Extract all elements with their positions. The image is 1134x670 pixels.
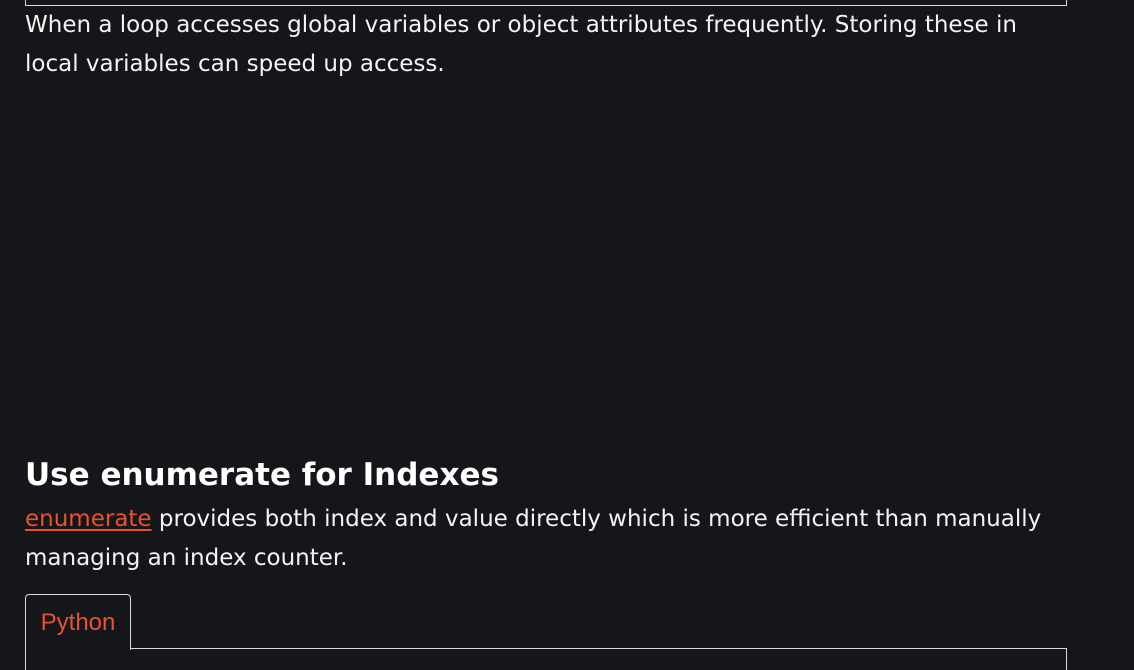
tab-python[interactable]: Python: [25, 594, 131, 650]
paragraph-local-variables: When a loop accesses global variables or…: [25, 12, 1017, 77]
enumerate-link[interactable]: enumerate: [25, 506, 152, 532]
paragraph-enumerate-text: provides both index and value directly w…: [25, 506, 1042, 571]
section-heading-enumerate: Use enumerate for Indexes: [25, 457, 499, 493]
code-block-frame: [25, 648, 1067, 670]
paragraph-enumerate: enumerate provides both index and value …: [25, 500, 1055, 578]
article-page: When a loop accesses global variables or…: [0, 0, 1134, 670]
